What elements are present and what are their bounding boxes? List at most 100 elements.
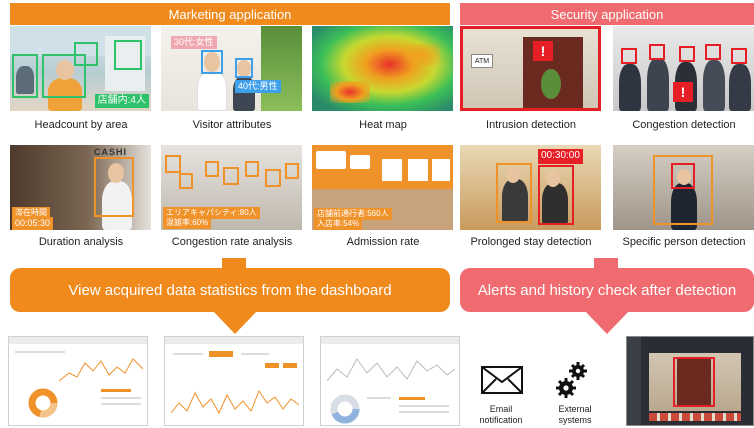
dashboard-button [265, 363, 279, 368]
detection-box [12, 54, 38, 98]
tile-visitor-attributes: 30代:女性 40代:男性 [161, 26, 302, 111]
dashboard-thumbnail [8, 336, 148, 426]
person [647, 58, 669, 111]
detection-box [94, 157, 134, 217]
dashboard-header [321, 337, 459, 344]
caption-admission-rate: Admission rate [346, 236, 420, 248]
dashboard-row [399, 411, 449, 413]
marketing-section-header: Marketing application [10, 3, 450, 25]
tile-congestion-rate-analysis: エリアキャパシティ:80人 混雑率:60% [161, 145, 302, 230]
dashboard-highlight [101, 389, 131, 392]
dashboard-row [241, 353, 269, 355]
caption-prolonged-stay-detection: Prolonged stay detection [470, 236, 592, 248]
detection-box [285, 163, 299, 179]
dashboard-row [15, 351, 65, 353]
detection-box [165, 155, 181, 173]
person [703, 60, 725, 111]
headcount-overlay: 店舗内:4人 [94, 93, 149, 108]
detection-box [538, 165, 574, 225]
heat-spot [330, 81, 370, 103]
plant [541, 69, 561, 99]
monitoring-sidebar [627, 337, 641, 425]
pie-card [350, 155, 370, 169]
dashboard-row [367, 397, 391, 399]
duration-overlay-time: 00:05:30 [12, 217, 54, 230]
external-label-line1: External [558, 404, 592, 414]
stay-timer: 00:30:00 [538, 149, 583, 164]
attribute-label-male: 40代:男性 [235, 80, 281, 94]
detection-box [179, 173, 193, 189]
person [197, 71, 227, 111]
marketing-banner: View acquired data statistics from the d… [10, 268, 450, 312]
detection-box [114, 40, 142, 70]
caption-heat-map: Heat map [359, 119, 407, 131]
security-banner: Alerts and history check after detection [460, 268, 754, 312]
line-graph [327, 358, 455, 382]
admission-rate-overlay: 入店率:54% [314, 218, 363, 230]
detection-box [496, 163, 532, 223]
arrow-down-icon [212, 310, 258, 334]
congestion-rate-overlay: 混雑率:60% [163, 217, 212, 229]
face-card [408, 159, 428, 181]
alert-icon: ! [533, 41, 553, 61]
arrow-down-icon [584, 310, 630, 334]
email-notification-label: Email notification [470, 404, 532, 426]
detection-box [731, 48, 747, 64]
tile-duration-analysis: CASHI 滞在時間 00:05:30 [10, 145, 151, 230]
monitoring-screenshot [626, 336, 754, 426]
tile-specific-person-detection [613, 145, 754, 230]
dashboard-highlight [399, 397, 425, 400]
detection-box [223, 167, 239, 185]
dashboard-row [399, 405, 449, 407]
dashboard-thumbnail [164, 336, 304, 426]
detection-box [649, 44, 665, 60]
dashboard-row [173, 353, 203, 355]
detection-box [265, 169, 281, 187]
dashboard-thumbnail [320, 336, 460, 426]
face-card [432, 159, 450, 181]
caption-congestion-detection: Congestion detection [632, 119, 736, 131]
thumbnail-strip [649, 413, 741, 421]
email-label-line1: Email [489, 404, 513, 414]
email-icon [481, 366, 523, 394]
store-sign: CASHI [94, 147, 128, 157]
detection-box [205, 161, 219, 177]
dashboard-header [165, 337, 303, 344]
alert-icon: ! [673, 82, 693, 102]
line-graph [59, 358, 143, 382]
dashboard-header [9, 337, 147, 344]
dashboard-row [101, 397, 141, 399]
detection-box [74, 42, 98, 66]
tile-heat-map [312, 26, 453, 111]
dashboard-button [283, 363, 297, 368]
email-label-line2: notification [479, 414, 523, 425]
line-graph [171, 389, 299, 415]
caption-intrusion-detection: Intrusion detection [486, 119, 576, 131]
plant [261, 26, 302, 111]
external-label-line2: systems [558, 414, 592, 425]
heat-spot [404, 44, 440, 66]
detection-box [245, 161, 259, 177]
detection-box [673, 357, 715, 407]
detection-box [671, 163, 695, 189]
tile-congestion-detection: ! [613, 26, 754, 111]
caption-congestion-rate-analysis: Congestion rate analysis [171, 236, 293, 248]
detection-box [621, 48, 637, 64]
caption-duration-analysis: Duration analysis [38, 236, 124, 248]
donut-chart [28, 388, 58, 418]
detection-box [679, 46, 695, 62]
person [729, 64, 751, 111]
face-card [382, 159, 402, 181]
dashboard-tab-active [209, 351, 233, 357]
chart-card [316, 151, 346, 169]
tile-headcount-by-area: 店舗内:4人 [10, 26, 151, 111]
gear-icon [556, 362, 587, 398]
caption-specific-person-detection: Specific person detection [622, 236, 746, 248]
person [619, 64, 641, 111]
tile-admission-rate: 店舗前通行者:560人 入店率:54% [312, 145, 453, 230]
dashboard-row [101, 403, 141, 405]
detection-box [235, 58, 253, 78]
monitoring-feed [649, 353, 741, 411]
external-systems-label: External systems [545, 404, 605, 426]
security-section-header: Security application [460, 3, 754, 25]
